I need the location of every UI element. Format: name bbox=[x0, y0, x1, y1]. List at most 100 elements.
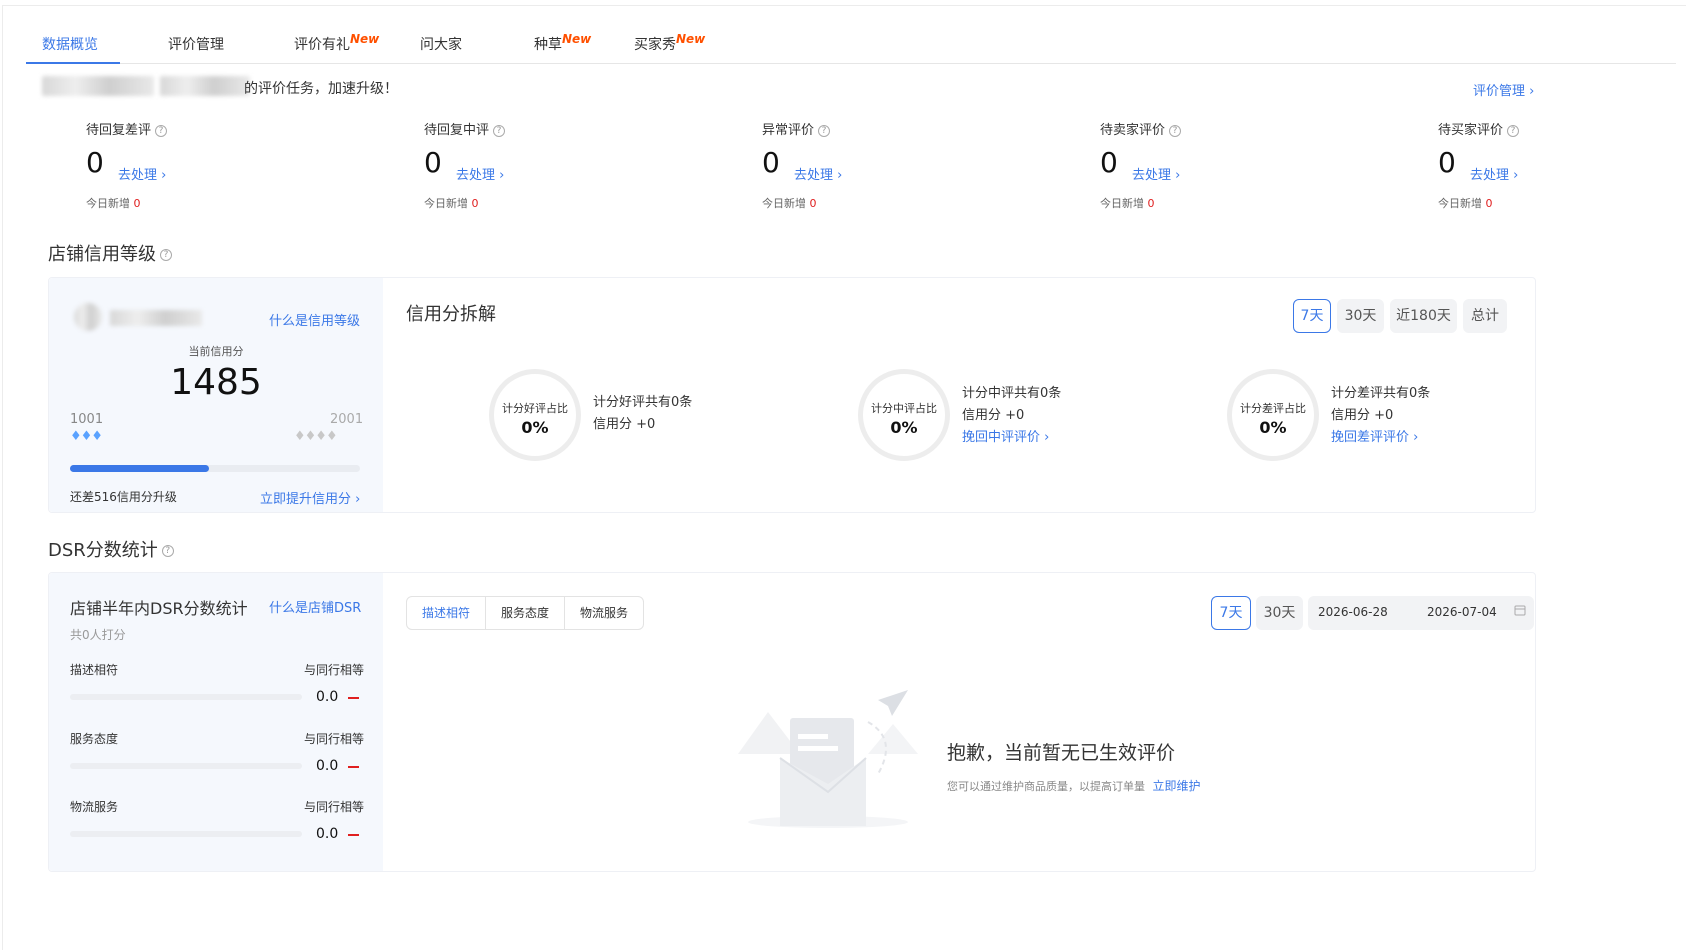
tab-data-overview[interactable]: 数据概览 bbox=[42, 34, 98, 54]
date-end: 2026-07-04 bbox=[1427, 605, 1497, 619]
dsr-row-bar bbox=[70, 763, 302, 769]
notice-text: 的评价任务，加速升级！ bbox=[244, 81, 398, 97]
dsr-row-bar bbox=[70, 831, 302, 837]
period-total-button[interactable]: 总计 bbox=[1463, 299, 1507, 333]
help-icon[interactable]: ? bbox=[818, 124, 831, 137]
empty-title: 抱歉，当前暂无已生效评价 bbox=[947, 742, 1176, 764]
help-icon[interactable]: ? bbox=[155, 124, 168, 137]
credit-gap-text: 还差516信用分升级 bbox=[70, 490, 177, 504]
new-badge: New bbox=[676, 32, 706, 46]
recover-negative-link[interactable]: 挽回差评评价 › bbox=[1331, 427, 1430, 449]
active-tab-indicator bbox=[26, 62, 120, 64]
period-7d-button[interactable]: 7天 bbox=[1293, 299, 1331, 333]
dsr-row-label: 物流服务 bbox=[70, 800, 119, 814]
process-link[interactable]: 去处理 › bbox=[456, 164, 504, 183]
what-is-dsr-link[interactable]: 什么是店铺DSR bbox=[269, 597, 361, 616]
what-is-credit-link[interactable]: 什么是信用等级 bbox=[269, 310, 360, 329]
range-max: 2001 bbox=[330, 412, 364, 427]
current-credit-label: 当前信用分 bbox=[188, 345, 244, 358]
metric-value: 0 bbox=[1438, 146, 1456, 179]
new-badge: New bbox=[350, 32, 380, 46]
minus-icon bbox=[348, 834, 359, 836]
boost-credit-link[interactable]: 立即提升信用分 › bbox=[260, 488, 360, 507]
new-badge: New bbox=[562, 32, 592, 46]
dsr-row-label: 服务态度 bbox=[70, 732, 119, 746]
dsr-row-bar bbox=[70, 694, 302, 700]
neutral-detail: 计分中评共有0条 信用分 +0 挽回中评评价 › bbox=[962, 383, 1061, 449]
positive-detail: 计分好评共有0条 信用分 +0 bbox=[593, 395, 693, 432]
tab-buyer-show[interactable]: 买家秀New bbox=[634, 32, 706, 54]
process-link[interactable]: 去处理 › bbox=[1132, 164, 1180, 183]
segment-description[interactable]: 描述相符 bbox=[407, 597, 486, 629]
metric-value: 0 bbox=[86, 146, 104, 179]
dsr-row-value: 0.0 bbox=[316, 758, 339, 774]
help-icon[interactable]: ? bbox=[1169, 124, 1182, 137]
dsr-period-7d-button[interactable]: 7天 bbox=[1211, 596, 1251, 630]
today-new: 今日新增 0 bbox=[1100, 197, 1155, 210]
process-link[interactable]: 去处理 › bbox=[118, 164, 166, 183]
negative-detail: 计分差评共有0条 信用分 +0 挽回差评评价 › bbox=[1331, 383, 1430, 449]
dsr-period-30d-button[interactable]: 30天 bbox=[1256, 596, 1303, 630]
metric-title: 待买家评价? bbox=[1438, 119, 1520, 138]
period-30d-button[interactable]: 30天 bbox=[1337, 299, 1384, 333]
date-range-picker[interactable]: 2026-06-28 2026-07-04 bbox=[1308, 596, 1534, 630]
neutral-ratio-circle: 计分中评占比 0% bbox=[858, 369, 950, 461]
credit-progress-fill bbox=[70, 465, 210, 472]
dsr-section-title: DSR分数统计? bbox=[48, 536, 174, 562]
maintain-now-link[interactable]: 立即维护 bbox=[1153, 779, 1201, 793]
dsr-row-compare: 与同行相等 bbox=[304, 800, 365, 814]
process-link[interactable]: 去处理 › bbox=[794, 164, 842, 183]
dsr-raters: 共0人打分 bbox=[70, 628, 126, 642]
today-new: 今日新增 0 bbox=[762, 197, 817, 210]
blurred-shop-name bbox=[110, 310, 202, 326]
dsr-card-title: 店铺半年内DSR分数统计 bbox=[70, 599, 248, 618]
today-new: 今日新增 0 bbox=[1438, 197, 1493, 210]
metric-title: 待回复差评? bbox=[86, 119, 168, 138]
help-icon[interactable]: ? bbox=[161, 545, 174, 557]
avatar bbox=[74, 303, 102, 331]
metric-title: 待卖家评价? bbox=[1100, 119, 1182, 138]
metric-value: 0 bbox=[424, 146, 442, 179]
process-link[interactable]: 去处理 › bbox=[1470, 164, 1518, 183]
blurred-text bbox=[42, 76, 154, 96]
metric-value: 0 bbox=[762, 146, 780, 179]
diamond-icons-next: ♦♦♦♦ bbox=[294, 429, 338, 444]
today-new: 今日新增 0 bbox=[424, 197, 479, 210]
today-new: 今日新增 0 bbox=[86, 197, 141, 210]
diamond-icons-current: ♦♦♦ bbox=[70, 429, 103, 444]
empty-description: 您可以通过维护商品质量，以提高订单量 立即维护 bbox=[947, 779, 1201, 793]
date-start: 2026-06-28 bbox=[1318, 605, 1388, 619]
tab-seeding[interactable]: 种草New bbox=[534, 32, 592, 54]
help-icon[interactable]: ? bbox=[160, 249, 172, 261]
help-icon[interactable]: ? bbox=[1507, 124, 1520, 137]
breakdown-title: 信用分拆解 bbox=[406, 304, 496, 325]
blurred-text bbox=[160, 76, 250, 96]
dsr-row-compare: 与同行相等 bbox=[304, 732, 365, 746]
recover-neutral-link[interactable]: 挽回中评评价 › bbox=[962, 427, 1061, 449]
credit-section-title: 店铺信用等级? bbox=[48, 240, 172, 266]
credit-progress-track bbox=[70, 465, 360, 472]
range-min: 1001 bbox=[70, 412, 104, 427]
dsr-row-value: 0.0 bbox=[316, 826, 339, 842]
period-180d-button[interactable]: 近180天 bbox=[1390, 299, 1457, 333]
dsr-segment-control: 描述相符 服务态度 物流服务 bbox=[406, 596, 644, 630]
metric-title: 异常评价? bbox=[762, 119, 831, 138]
metric-title: 待回复中评? bbox=[424, 119, 506, 138]
dsr-row-value: 0.0 bbox=[316, 689, 339, 705]
segment-logistics[interactable]: 物流服务 bbox=[565, 597, 643, 629]
minus-icon bbox=[348, 697, 359, 699]
empty-envelope-icon bbox=[728, 684, 928, 838]
negative-ratio-circle: 计分差评占比 0% bbox=[1227, 369, 1319, 461]
tab-bar: 数据概览 评价管理 评价有礼New 问大家 种草New 买家秀New bbox=[26, 28, 1676, 64]
segment-service[interactable]: 服务态度 bbox=[486, 597, 565, 629]
tab-ask-everyone[interactable]: 问大家 bbox=[420, 34, 462, 54]
credit-score: 1485 bbox=[170, 362, 262, 403]
tab-review-management[interactable]: 评价管理 bbox=[168, 34, 224, 54]
minus-icon bbox=[348, 766, 359, 768]
help-icon[interactable]: ? bbox=[493, 124, 506, 137]
review-management-link[interactable]: 评价管理 › bbox=[1473, 80, 1534, 99]
dsr-row-label: 描述相符 bbox=[70, 663, 119, 677]
positive-ratio-circle: 计分好评占比 0% bbox=[489, 369, 581, 461]
metric-value: 0 bbox=[1100, 146, 1118, 179]
tab-review-gifts[interactable]: 评价有礼New bbox=[294, 32, 380, 54]
